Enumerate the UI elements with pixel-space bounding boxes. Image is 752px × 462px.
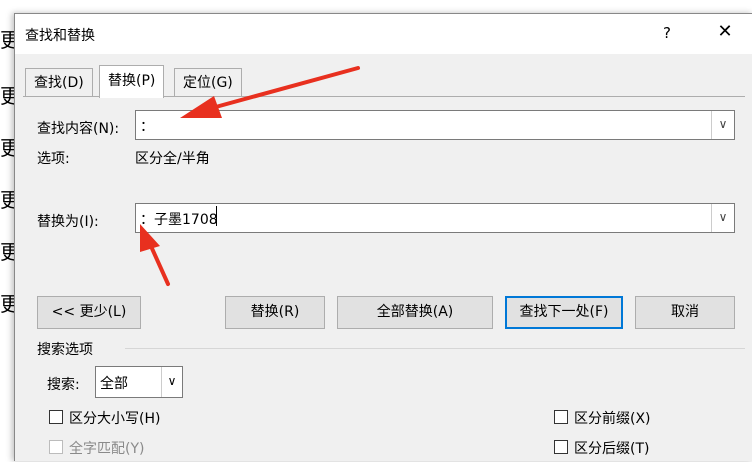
tab-replace[interactable]: 替换(P) xyxy=(99,65,165,98)
arrow-annotation-icon xyxy=(140,224,170,286)
arrow-annotation-icon xyxy=(180,66,360,118)
